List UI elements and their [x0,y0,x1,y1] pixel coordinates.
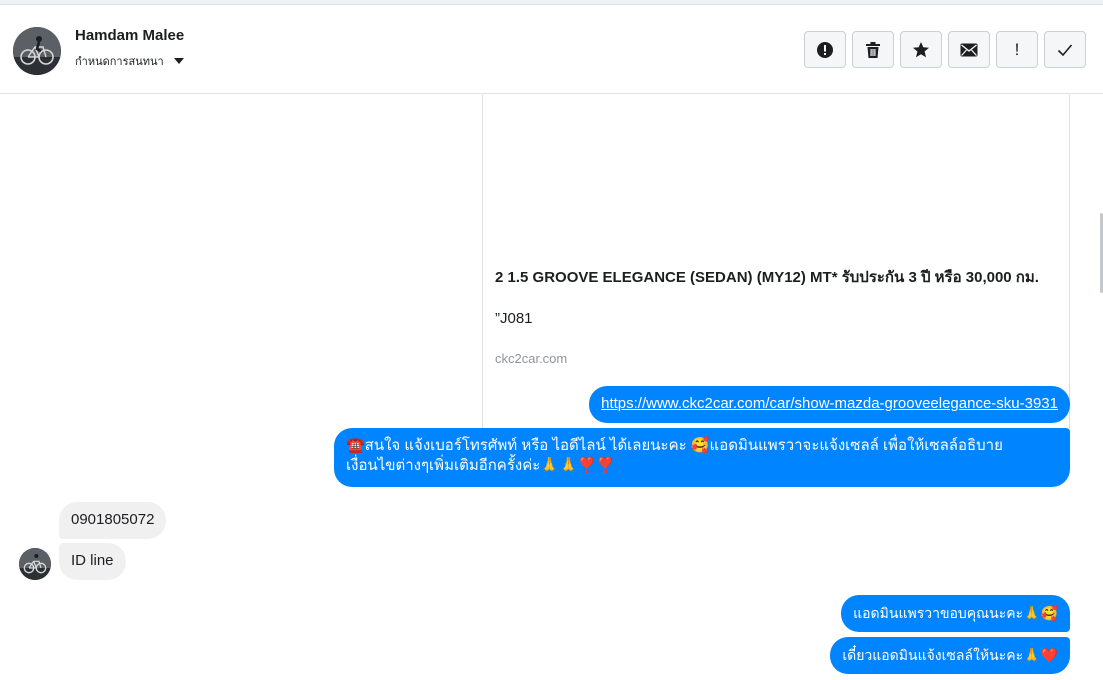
contact-name: Hamdam Malee [75,27,185,44]
trash-icon [866,41,880,58]
done-button[interactable] [1044,31,1086,68]
message-text-line-1: ☎️สนใจ แจ้งเบอร์โทรศัพท์ หรือ ไอดีไลน์ ไ… [346,437,1003,454]
conversation-header: Hamdam Malee กำหนดการสนทนา ! [0,5,1103,94]
link-preview-description: ”J081 [495,310,533,327]
link-preview-title: 2 1.5 GROOVE ELEGANCE (SEDAN) (MY12) MT*… [495,269,1039,286]
message-link[interactable]: https://www.ckc2car.com/car/show-mazda-g… [601,395,1058,412]
message-thread[interactable]: 2 1.5 GROOVE ELEGANCE (SEDAN) (MY12) MT*… [0,95,1103,680]
star-icon [913,41,929,57]
message-incoming-phone: 0901805072 [59,502,167,539]
link-preview-domain: ckc2car.com [495,351,568,366]
envelope-icon [960,43,978,56]
checkmark-icon [1057,43,1073,56]
caret-down-icon [173,58,184,64]
star-button[interactable] [900,31,942,68]
delete-button[interactable] [852,31,894,68]
follow-up-button[interactable]: ! [996,31,1038,68]
conversation-actions: ! [804,31,1086,68]
message-text-line-2: เงื่อนไขต่างๆเพิ่มเติมอีกครั้งค่ะ🙏🙏❣️❣️ [346,457,616,474]
contact-avatar[interactable] [13,27,61,75]
assign-conversation-dropdown[interactable]: กำหนดการสนทนา [75,50,184,72]
assign-label: กำหนดการสนทนา [75,56,164,68]
spam-button[interactable] [804,31,846,68]
exclamation-icon: ! [1014,39,1020,59]
message-outgoing-request-contact: ☎️สนใจ แจ้งเบอร์โทรศัพท์ หรือ ไอดีไลน์ ไ… [334,428,1070,487]
message-incoming-idline: ID line [59,543,126,580]
alert-circle-icon [817,41,833,58]
message-outgoing-thanks: แอดมินแพรวาขอบคุณนะคะ🙏🥰 [841,595,1070,632]
message-outgoing-notify-sales: เดี๋ยวแอดมินแจ้งเซลล์ให้นะคะ🙏❤️ [830,637,1070,674]
message-outgoing-link: https://www.ckc2car.com/car/show-mazda-g… [589,386,1070,423]
sender-avatar[interactable] [19,548,51,580]
mark-unread-button[interactable] [948,31,990,68]
